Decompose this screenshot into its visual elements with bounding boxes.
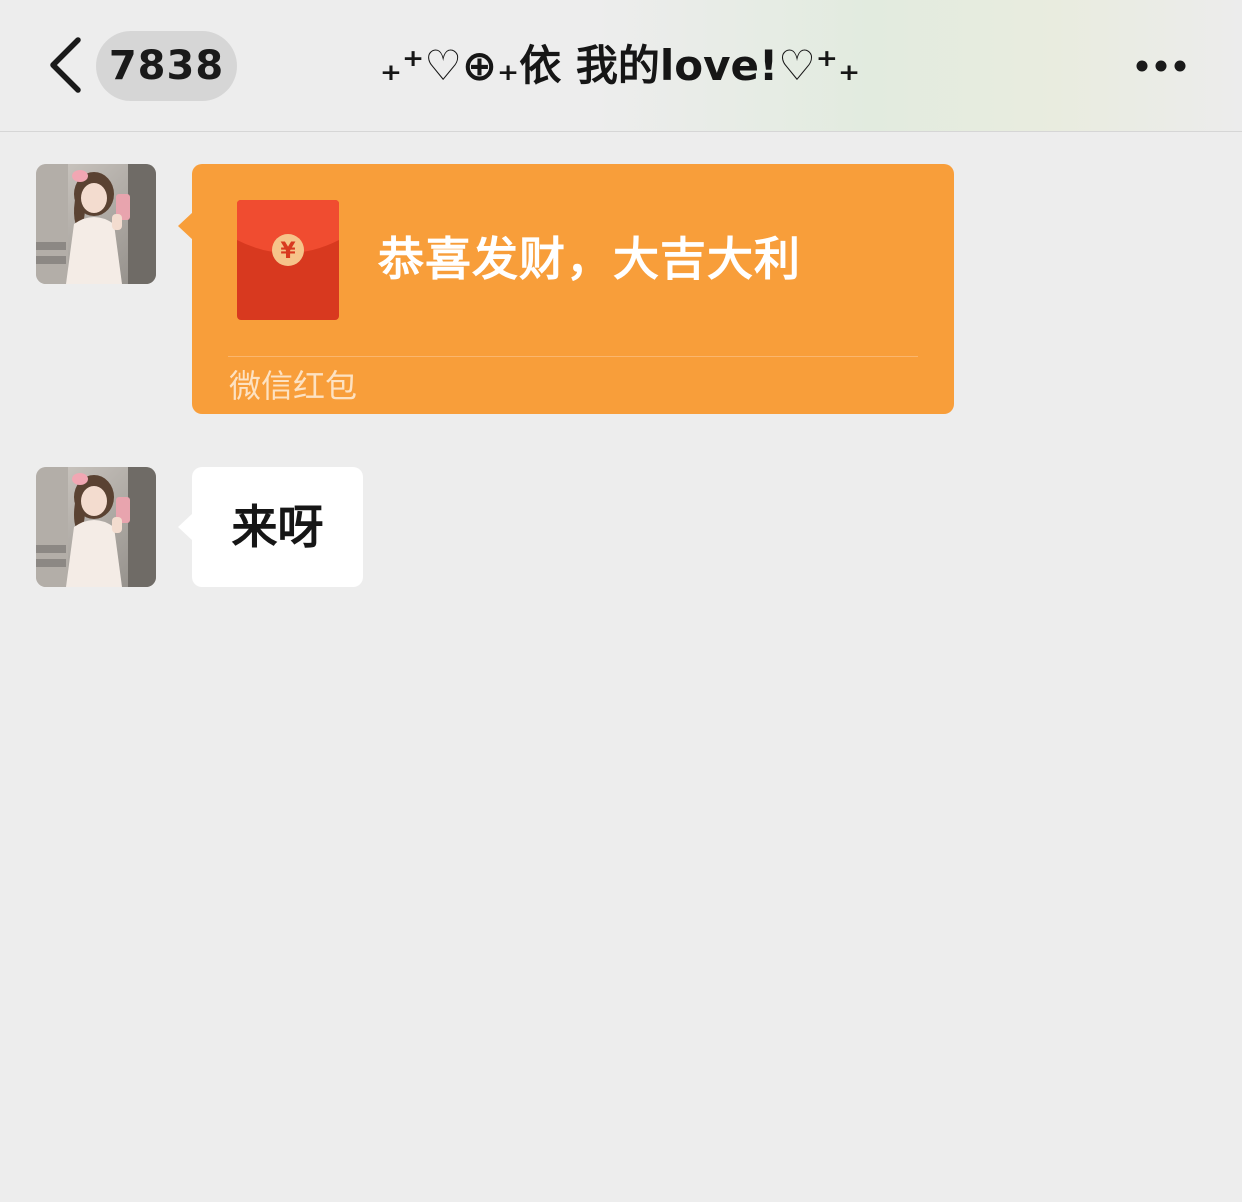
text-message-bubble[interactable]: 来呀 <box>178 467 363 587</box>
chevron-left-icon <box>50 37 81 93</box>
bubble-tail <box>178 212 193 240</box>
red-packet-message[interactable]: ¥ 恭喜发财，大吉大利 微信红包 <box>178 164 954 414</box>
more-button[interactable] <box>1126 40 1196 90</box>
contact-avatar[interactable] <box>36 467 156 587</box>
message-text: 来呀 <box>231 500 324 554</box>
divider <box>228 356 918 357</box>
red-packet-greeting: 恭喜发财，大吉大利 <box>378 232 801 286</box>
contact-avatar[interactable] <box>36 164 156 284</box>
red-packet-icon: ¥ <box>237 200 339 320</box>
more-horizontal-icon <box>1136 60 1186 72</box>
red-packet-label: 微信红包 <box>229 367 358 405</box>
currency-symbol: ¥ <box>280 239 296 264</box>
chat-header: 7838 ₊⁺♡⊕₊依 我的love!♡⁺₊ <box>0 0 1242 132</box>
chat-title: ₊⁺♡⊕₊依 我的love!♡⁺₊ <box>379 41 861 90</box>
bubble-tail <box>178 513 193 541</box>
back-button[interactable] <box>40 30 90 100</box>
unread-count-badge[interactable]: 7838 <box>96 31 237 101</box>
